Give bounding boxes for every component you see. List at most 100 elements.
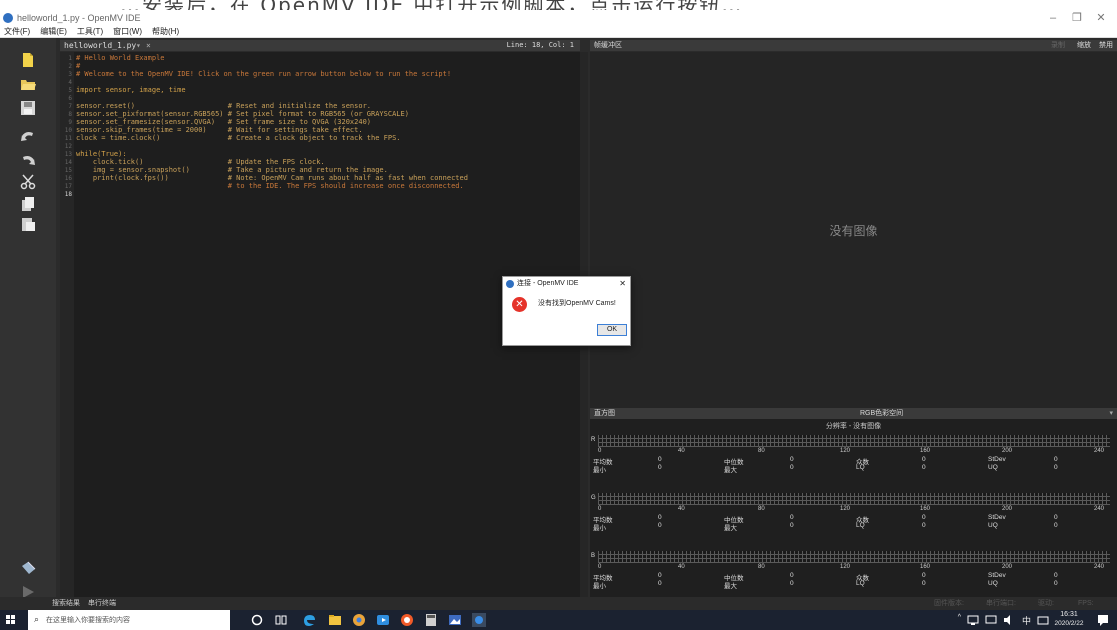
menu-tools[interactable]: 工具(T) [77, 26, 103, 37]
input-method-indicator[interactable]: 中 [1022, 614, 1031, 627]
code-line: clock.tick() # Update the FPS clock. [76, 158, 325, 166]
menu-edit[interactable]: 编辑(E) [40, 26, 67, 37]
stat-value: 0 [790, 522, 794, 529]
disable-button[interactable]: 禁用 [1099, 40, 1113, 51]
menu-help[interactable]: 帮助(H) [152, 26, 179, 37]
line-number: 15 [64, 167, 72, 174]
undo-icon[interactable] [20, 128, 36, 144]
task-view-icon[interactable] [274, 613, 288, 627]
close-button[interactable]: ✕ [1089, 10, 1113, 26]
chat-icon[interactable] [985, 614, 997, 626]
menu-file[interactable]: 文件(F) [4, 26, 30, 37]
tab-close-icon[interactable]: × [146, 40, 151, 51]
cut-icon[interactable] [20, 174, 36, 190]
window-controls: – ❐ ✕ [1041, 10, 1113, 26]
status-bar: 搜索结果 串行终端 固件版本: 串行端口: 驱动: FPS: [0, 597, 1117, 610]
open-folder-icon[interactable] [20, 76, 36, 92]
file-explorer-icon[interactable] [328, 613, 342, 627]
code-line: sensor.set_pixformat(sensor.RGB565) # Se… [76, 110, 409, 118]
new-file-icon[interactable] [20, 52, 36, 68]
volume-icon[interactable] [1003, 614, 1015, 626]
drive-label: 驱动: [1038, 600, 1054, 607]
code-line: while(True): [76, 150, 127, 158]
stat-value: 0 [1054, 464, 1058, 471]
clock-time[interactable]: 16:31 [1051, 611, 1087, 618]
cortana-icon[interactable] [250, 613, 264, 627]
minimize-button[interactable]: – [1041, 10, 1065, 26]
line-number: 7 [68, 103, 72, 110]
clock-date[interactable]: 2020/2/22 [1049, 620, 1089, 627]
stat-label: LQ [856, 464, 865, 471]
stat-label: 最小 [593, 583, 606, 590]
zoom-button[interactable]: 缩放 [1077, 40, 1091, 51]
tray-chevron-icon[interactable]: ^ [958, 614, 961, 621]
serial-terminal-tab[interactable]: 串行终端 [88, 597, 116, 610]
openmv-app-icon [3, 13, 13, 23]
chevron-down-icon[interactable]: ▾ [1109, 408, 1113, 419]
code-line: sensor.set_framesize(sensor.QVGA) # Set … [76, 118, 372, 126]
line-number: 16 [64, 175, 72, 182]
stat-value: 0 [922, 514, 926, 521]
histogram-header: 直方图 RGB色彩空间 ▾ [590, 408, 1117, 419]
line-number: 18 [64, 191, 72, 198]
record-button[interactable]: 录制 [1051, 40, 1065, 51]
axis-tick: 120 [840, 564, 851, 570]
histogram-panel: 分辨率 - 没有图像 R 0 40 80 120 160 200 240 平均数… [590, 419, 1117, 597]
media-app-icon[interactable] [376, 613, 390, 627]
caption-banner: …安装后，在 OpenMV IDE 中打开示例脚本，点击运行按钮… [0, 0, 1117, 10]
keyboard-icon[interactable] [1037, 614, 1049, 626]
stat-value: 0 [658, 456, 662, 463]
copy-icon[interactable] [20, 196, 36, 212]
code-line: # to the IDE. The FPS should increase on… [76, 182, 464, 190]
calculator-icon[interactable] [424, 613, 438, 627]
stat-label: StDev [988, 456, 1006, 463]
stat-label: 最大 [724, 583, 737, 590]
windows-start-icon[interactable] [6, 615, 16, 625]
line-number: 13 [64, 151, 72, 158]
title-bar: helloworld_1.py - OpenMV IDE – ❐ ✕ [0, 10, 1117, 26]
stat-value: 0 [922, 456, 926, 463]
stat-value: 0 [658, 464, 662, 471]
axis-tick: 40 [678, 506, 685, 512]
axis-tick: 80 [758, 564, 765, 570]
chevron-down-icon[interactable]: ▾ [136, 40, 141, 51]
line-number: 4 [68, 79, 72, 86]
histogram-title: 直方图 [594, 410, 615, 417]
paste-icon[interactable] [20, 216, 36, 232]
photos-app-icon[interactable] [448, 613, 462, 627]
notification-icon[interactable] [1097, 614, 1109, 626]
channel-label: B [591, 553, 596, 559]
no-image-text: 没有图像 [829, 224, 878, 238]
restore-button[interactable]: ❐ [1065, 10, 1089, 26]
code-line: # [76, 62, 81, 70]
network-icon[interactable] [967, 614, 979, 626]
menu-window[interactable]: 窗口(W) [113, 26, 142, 37]
axis-tick: 200 [1002, 506, 1013, 512]
dialog-close-button[interactable]: ✕ [619, 277, 626, 291]
edge-browser-icon[interactable] [302, 613, 316, 627]
ok-button[interactable]: OK [597, 324, 627, 336]
editor-tab[interactable]: helloworld_1.py ▾ × [64, 40, 154, 51]
resolution-label: 分辨率 - 没有图像 [825, 423, 882, 430]
line-number: 14 [64, 159, 72, 166]
openmv-ide-taskbar-icon[interactable] [472, 613, 486, 627]
app-icon[interactable] [400, 613, 414, 627]
connect-icon[interactable] [20, 560, 36, 576]
save-icon[interactable] [20, 100, 36, 116]
code-line: sensor.reset() # Reset and initialize th… [76, 102, 372, 110]
stat-value: 0 [658, 514, 662, 521]
axis-tick: 240 [1094, 564, 1105, 570]
color-space-select[interactable]: RGB色彩空间 [860, 408, 903, 419]
histogram-plot-g [598, 493, 1110, 505]
serial-port-label: 串行端口: [986, 600, 1016, 607]
stat-label: UQ [988, 580, 998, 587]
redo-icon[interactable] [20, 152, 36, 168]
axis-tick: 240 [1094, 506, 1105, 512]
stat-value: 0 [922, 572, 926, 579]
axis-tick: 200 [1002, 564, 1013, 570]
stat-value: 0 [658, 572, 662, 579]
chrome-icon[interactable] [352, 613, 366, 627]
caption-text: …安装后，在 OpenMV IDE 中打开示例脚本，点击运行按钮… [120, 0, 743, 10]
taskbar-search-box[interactable]: ⌕ 在这里输入你要搜索的内容 [28, 610, 230, 630]
search-results-tab[interactable]: 搜索结果 [52, 597, 80, 610]
